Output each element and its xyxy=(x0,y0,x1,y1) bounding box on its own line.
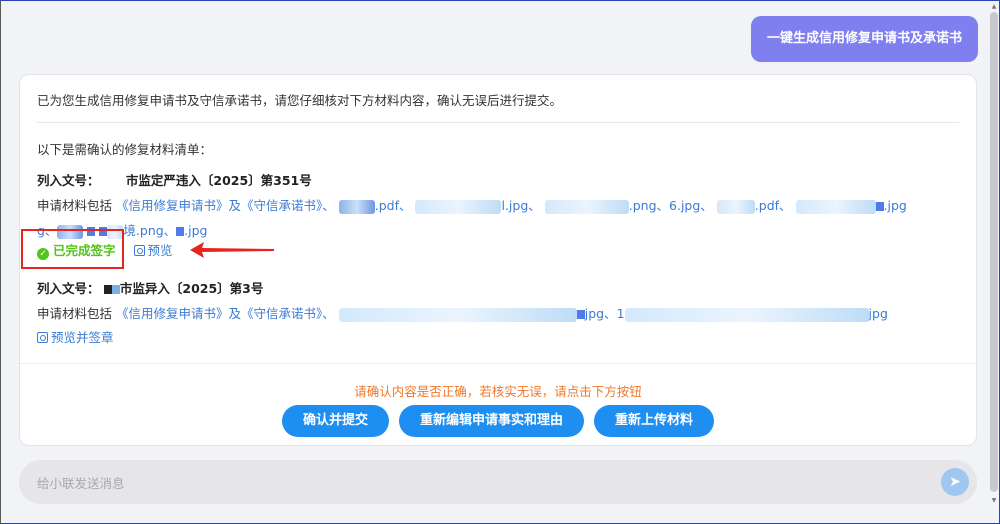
redacted-filename xyxy=(544,199,629,214)
file-link[interactable]: .jpg xyxy=(184,223,207,238)
preview-link[interactable]: 预览 xyxy=(133,243,173,258)
file-link[interactable]: .jpg xyxy=(884,198,907,213)
redacted-pixel xyxy=(103,285,112,294)
materials-line-1: 申请材料包括 《信用修复申请书》及《守信承诺书》、 .pdf、 l.jpg、 .… xyxy=(37,195,907,214)
doc-number-value: 市监定严违入〔2025〕第351号 xyxy=(125,173,312,188)
file-link[interactable]: 境.png、 xyxy=(123,223,176,238)
materials-prefix: 申请材料包括 xyxy=(37,198,113,213)
file-link[interactable]: jpg xyxy=(869,306,888,321)
redacted-filename xyxy=(415,199,502,214)
action-buttons: 确认并提交 重新编辑申请事实和理由 重新上传材料 xyxy=(20,405,976,437)
re-edit-reason-button[interactable]: 重新编辑申请事实和理由 xyxy=(398,405,584,437)
preview-label: 预览 xyxy=(147,243,173,258)
scroll-up-icon[interactable]: ▲ xyxy=(990,4,998,10)
annotation-highlight-box xyxy=(21,229,124,269)
divider xyxy=(20,363,976,364)
scrollbar[interactable]: ▲ ▼ xyxy=(990,4,998,504)
scan-icon xyxy=(37,332,48,343)
file-link[interactable]: .pdf、 xyxy=(755,198,792,213)
doc-number-label: 列入文号： xyxy=(37,173,100,188)
file-link[interactable]: .pdf、 xyxy=(375,198,412,213)
redacted-pixel xyxy=(176,227,185,236)
file-link[interactable]: jpg、1 xyxy=(585,306,625,321)
reupload-materials-button[interactable]: 重新上传材料 xyxy=(594,405,715,437)
scroll-down-icon[interactable]: ▼ xyxy=(990,498,998,504)
materials-doc-links[interactable]: 《信用修复申请书》及《守信承诺书》、 xyxy=(116,198,335,213)
materials-prefix: 申请材料包括 xyxy=(37,306,113,321)
materials-list-title: 以下是需确认的修复材料清单： xyxy=(37,142,213,157)
file-link[interactable]: .png、6.jpg、 xyxy=(629,198,713,213)
message-input-bar: ➤ xyxy=(19,460,977,506)
preview-and-sign-link[interactable]: 预览并签章 xyxy=(37,330,114,345)
sign-action-row: 预览并签章 xyxy=(37,327,114,346)
user-message-bubble: 一键生成信用修复申请书及承诺书 xyxy=(750,16,978,62)
doc-number-row-2: 列入文号： 市监异入〔2025〕第3号 xyxy=(37,278,263,297)
scrollbar-thumb[interactable] xyxy=(990,12,998,492)
doc-number-label: 列入文号： xyxy=(37,281,100,296)
paper-plane-icon[interactable]: ➤ xyxy=(941,468,969,496)
preview-and-sign-label: 预览并签章 xyxy=(51,330,114,345)
redacted-pixel xyxy=(111,285,120,294)
redacted-pixel xyxy=(875,202,884,211)
redacted-filename xyxy=(624,307,869,322)
annotation-arrow-icon xyxy=(190,242,274,258)
redacted-filename xyxy=(716,199,755,214)
intro-text: 已为您生成信用修复申请书及守信承诺书，请您仔细核对下方材料内容，确认无误后进行提… xyxy=(37,93,563,108)
materials-doc-links[interactable]: 《信用修复申请书》及《守信承诺书》、 xyxy=(116,306,335,321)
redacted-pixel xyxy=(576,310,585,319)
doc-number-value: 市监异入〔2025〕第3号 xyxy=(119,281,264,296)
file-link[interactable]: l.jpg、 xyxy=(501,198,540,213)
confirm-hint: 请确认内容是否正确，若核实无误，请点击下方按钮 xyxy=(354,384,642,399)
confirm-submit-button[interactable]: 确认并提交 xyxy=(281,405,389,437)
doc-number-row-1: 列入文号： 市监定严违入〔2025〕第351号 xyxy=(37,170,312,189)
materials-line-2: 申请材料包括 《信用修复申请书》及《守信承诺书》、 jpg、1 jpg xyxy=(37,303,888,322)
scan-icon xyxy=(133,245,145,256)
message-input[interactable] xyxy=(35,460,899,506)
redacted-filename xyxy=(338,307,577,322)
redacted-block xyxy=(104,176,126,188)
redacted-filename xyxy=(338,199,375,214)
divider xyxy=(37,122,959,123)
redacted-filename xyxy=(795,199,876,214)
assistant-message-card: 已为您生成信用修复申请书及守信承诺书，请您仔细核对下方材料内容，确认无误后进行提… xyxy=(19,74,977,446)
